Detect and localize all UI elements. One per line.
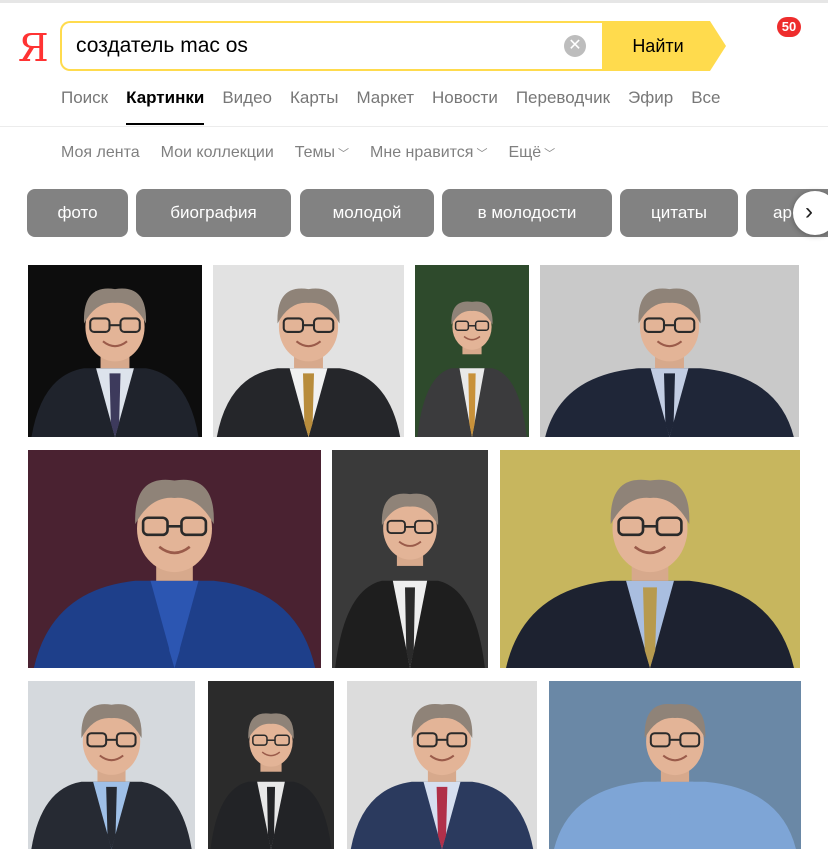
chip-photo[interactable]: фото [27,189,128,237]
tab-translator[interactable]: Переводчик [516,86,610,116]
service-tabs: Поиск Картинки Видео Карты Маркет Новост… [61,86,739,125]
tab-market[interactable]: Маркет [356,86,414,116]
chip-quotes[interactable]: цитаты [620,189,738,237]
subnav-likes[interactable]: Мне нравится ﹀ [370,142,487,165]
image-result-7[interactable] [500,450,800,668]
find-button[interactable]: Найти [602,21,726,71]
top-border [0,0,828,3]
portrait-image [500,450,800,668]
subnav-my-feed-label: Моя лента [61,144,140,161]
tab-all[interactable]: Все [691,86,720,116]
search-input[interactable] [76,23,556,69]
subnav-topics-label: Темы [294,144,336,161]
clear-icon[interactable]: ✕ [564,35,586,57]
subnav-likes-label: Мне нравится [370,144,474,161]
header-divider [0,126,828,127]
sub-navigation: Моя лента Мои коллекции Темы ﹀ Мне нравит… [61,142,576,165]
portrait-image [213,265,404,437]
chevron-down-icon: ﹀ [476,148,488,160]
portrait-image [549,681,801,849]
chevron-right-icon: › [805,198,813,225]
image-result-4[interactable] [540,265,799,437]
chip-biography[interactable]: биография [136,189,291,237]
yandex-logo[interactable]: Я [18,26,49,70]
subnav-more-label: Ещё [508,144,542,161]
chevron-down-icon: ﹀ [338,148,350,160]
chip-young[interactable]: молодой [300,189,434,237]
chevron-down-icon: ﹀ [544,148,556,160]
portrait-image [208,681,334,849]
tab-news[interactable]: Новости [432,86,498,116]
subnav-topics[interactable]: Темы ﹀ [295,142,349,165]
related-queries: фото биография молодой в молодости цитат… [27,189,828,237]
image-result-3[interactable] [415,265,529,437]
portrait-image [347,681,537,849]
tab-search[interactable]: Поиск [61,86,108,116]
tab-video[interactable]: Видео [222,86,272,116]
image-result-10[interactable] [347,681,537,849]
subnav-my-collections[interactable]: Мои коллекции [161,142,274,165]
subnav-more[interactable]: Ещё ﹀ [508,142,555,165]
subnav-my-collections-label: Мои коллекции [160,144,274,161]
portrait-image [28,681,195,849]
subnav-my-feed[interactable]: Моя лента [61,142,140,165]
portrait-image [540,265,799,437]
portrait-image [332,450,488,668]
chip-in-youth[interactable]: в молодости [442,189,612,237]
notification-badge[interactable]: 50 [777,17,801,37]
portrait-image [28,265,202,437]
portrait-image [415,265,529,437]
tab-images[interactable]: Картинки [126,86,205,125]
image-result-9[interactable] [208,681,334,849]
search-box[interactable]: ✕ [60,21,604,71]
image-result-2[interactable] [213,265,404,437]
tab-maps[interactable]: Карты [290,86,338,116]
image-result-1[interactable] [28,265,202,437]
image-result-8[interactable] [28,681,195,849]
portrait-image [28,450,321,668]
image-result-11[interactable] [549,681,801,849]
image-result-6[interactable] [332,450,488,668]
tab-efir[interactable]: Эфир [628,86,673,116]
image-result-5[interactable] [28,450,321,668]
find-button-label: Найти [632,36,684,56]
